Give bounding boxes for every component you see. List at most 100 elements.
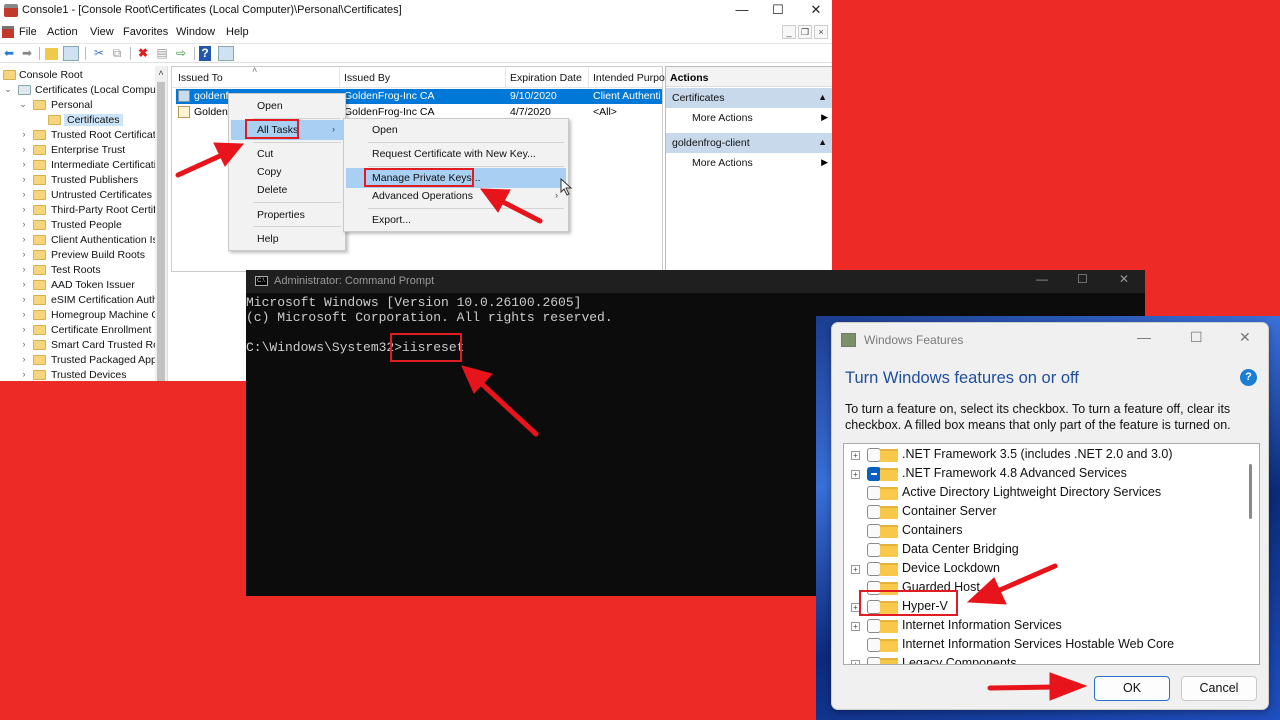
- cmd-minimize-button[interactable]: —: [1036, 272, 1048, 286]
- menu-action[interactable]: Action: [47, 26, 78, 38]
- chevron-right-icon[interactable]: ›: [19, 369, 29, 379]
- dialog-close-button[interactable]: ✕: [1239, 329, 1251, 346]
- submenu-advanced-operations[interactable]: Advanced Operations ›: [346, 186, 566, 206]
- features-scrollbar-thumb[interactable]: [1249, 464, 1252, 519]
- show-hide-tree-icon[interactable]: [63, 46, 79, 61]
- feature-item[interactable]: + Legacy Components: [844, 655, 1244, 664]
- column-issued-to[interactable]: Issued To: [178, 72, 223, 84]
- feature-item[interactable]: Active Directory Lightweight Directory S…: [844, 484, 1244, 503]
- maximize-button[interactable]: ☐: [758, 0, 798, 22]
- context-menu-properties[interactable]: Properties: [231, 205, 343, 225]
- more-actions-link[interactable]: More Actions: [692, 157, 753, 169]
- context-menu-help[interactable]: Help: [231, 229, 343, 249]
- mdi-restore-button[interactable]: ❐: [798, 25, 812, 39]
- column-divider[interactable]: [339, 67, 340, 88]
- help-icon[interactable]: ?: [199, 46, 211, 61]
- scroll-up-icon[interactable]: ˄: [155, 68, 167, 78]
- context-menu-cut[interactable]: Cut: [231, 144, 343, 164]
- menu-window[interactable]: Window: [176, 26, 215, 38]
- more-actions-link[interactable]: More Actions: [692, 112, 753, 124]
- help-icon[interactable]: ?: [1240, 369, 1257, 386]
- feature-checkbox[interactable]: [867, 638, 881, 652]
- feature-checkbox[interactable]: [867, 619, 881, 633]
- chevron-right-icon[interactable]: ›: [19, 129, 29, 139]
- cancel-button[interactable]: Cancel: [1181, 676, 1257, 701]
- chevron-right-icon[interactable]: ›: [19, 339, 29, 349]
- expand-plus-icon[interactable]: +: [851, 565, 860, 574]
- mmc-menu-icon[interactable]: [2, 26, 14, 38]
- feature-checkbox[interactable]: [867, 524, 881, 538]
- mdi-close-button[interactable]: ×: [814, 25, 828, 39]
- feature-item[interactable]: Internet Information Services Hostable W…: [844, 636, 1244, 655]
- column-expiration-date[interactable]: Expiration Date: [510, 72, 582, 84]
- up-folder-icon[interactable]: [45, 48, 58, 60]
- mdi-minimize-button[interactable]: _: [782, 25, 796, 39]
- expand-plus-icon[interactable]: +: [851, 470, 860, 479]
- feature-checkbox[interactable]: [867, 467, 881, 481]
- menu-view[interactable]: View: [90, 26, 114, 38]
- feature-checkbox[interactable]: [867, 657, 881, 664]
- feature-checkbox[interactable]: [867, 543, 881, 557]
- forward-arrow-icon[interactable]: ➡: [19, 46, 35, 61]
- chevron-right-icon[interactable]: ›: [19, 309, 29, 319]
- chevron-right-icon[interactable]: ›: [19, 264, 29, 274]
- ok-button[interactable]: OK: [1094, 676, 1170, 701]
- chevron-right-icon[interactable]: ›: [19, 159, 29, 169]
- chevron-right-icon[interactable]: ›: [19, 294, 29, 304]
- column-divider[interactable]: [588, 67, 589, 88]
- actions-group-certificates[interactable]: Certificates ▲: [666, 88, 832, 108]
- feature-item[interactable]: Data Center Bridging: [844, 541, 1244, 560]
- feature-item[interactable]: + Device Lockdown: [844, 560, 1244, 579]
- context-menu-copy[interactable]: Copy: [231, 162, 343, 182]
- feature-item[interactable]: + .NET Framework 4.8 Advanced Services: [844, 465, 1244, 484]
- minimize-button[interactable]: —: [722, 0, 762, 22]
- context-menu-delete[interactable]: Delete: [231, 180, 343, 200]
- back-arrow-icon[interactable]: ⬅: [1, 46, 17, 61]
- feature-item[interactable]: Containers: [844, 522, 1244, 541]
- properties-icon[interactable]: ▤: [154, 46, 170, 61]
- copy-icon[interactable]: ⧉: [109, 46, 125, 61]
- chevron-down-icon[interactable]: ⌄: [3, 84, 13, 95]
- chevron-right-icon[interactable]: ›: [19, 354, 29, 364]
- submenu-request-certificate-new-key[interactable]: Request Certificate with New Key...: [346, 144, 566, 164]
- feature-item[interactable]: + .NET Framework 3.5 (includes .NET 2.0 a…: [844, 446, 1244, 465]
- feature-checkbox[interactable]: [867, 505, 881, 519]
- cmd-close-button[interactable]: ✕: [1119, 272, 1129, 286]
- scrollbar-thumb[interactable]: [157, 82, 165, 381]
- dialog-maximize-button[interactable]: ☐: [1190, 329, 1203, 346]
- cut-icon[interactable]: ✂: [91, 46, 107, 61]
- column-divider[interactable]: [505, 67, 506, 88]
- feature-item[interactable]: + Internet Information Services: [844, 617, 1244, 636]
- chevron-right-icon[interactable]: ›: [19, 234, 29, 244]
- chevron-right-icon[interactable]: ›: [19, 144, 29, 154]
- chevron-right-icon[interactable]: ›: [19, 249, 29, 259]
- feature-item[interactable]: Container Server: [844, 503, 1244, 522]
- chevron-right-icon[interactable]: ›: [19, 174, 29, 184]
- feature-checkbox[interactable]: [867, 562, 881, 576]
- menu-file[interactable]: File: [19, 26, 37, 38]
- column-intended-purpose[interactable]: Intended Purpo: [593, 72, 665, 84]
- chevron-down-icon[interactable]: ⌄: [18, 99, 28, 110]
- chevron-right-icon[interactable]: ›: [19, 324, 29, 334]
- menu-help[interactable]: Help: [226, 26, 249, 38]
- feature-checkbox[interactable]: [867, 448, 881, 462]
- column-issued-by[interactable]: Issued By: [344, 72, 390, 84]
- chevron-right-icon[interactable]: ›: [19, 204, 29, 214]
- close-button[interactable]: ✕: [796, 0, 832, 22]
- submenu-open[interactable]: Open: [346, 120, 566, 140]
- actions-group-goldenfrog-client[interactable]: goldenfrog-client ▲: [666, 133, 832, 153]
- feature-checkbox[interactable]: [867, 486, 881, 500]
- delete-icon[interactable]: ✖: [135, 46, 151, 61]
- expand-plus-icon[interactable]: +: [851, 622, 860, 631]
- context-menu-open[interactable]: Open: [231, 96, 343, 116]
- chevron-right-icon[interactable]: ›: [19, 189, 29, 199]
- chevron-right-icon[interactable]: ›: [19, 219, 29, 229]
- collapse-up-icon[interactable]: ▲: [818, 137, 827, 147]
- chevron-right-icon[interactable]: ›: [19, 279, 29, 289]
- submenu-export[interactable]: Export...: [346, 210, 566, 230]
- expand-plus-icon[interactable]: +: [851, 660, 860, 664]
- menu-favorites[interactable]: Favorites: [123, 26, 168, 38]
- cmd-maximize-button[interactable]: ☐: [1077, 272, 1088, 286]
- collapse-up-icon[interactable]: ▲: [818, 92, 827, 102]
- show-hide-action-pane-icon[interactable]: [218, 46, 234, 61]
